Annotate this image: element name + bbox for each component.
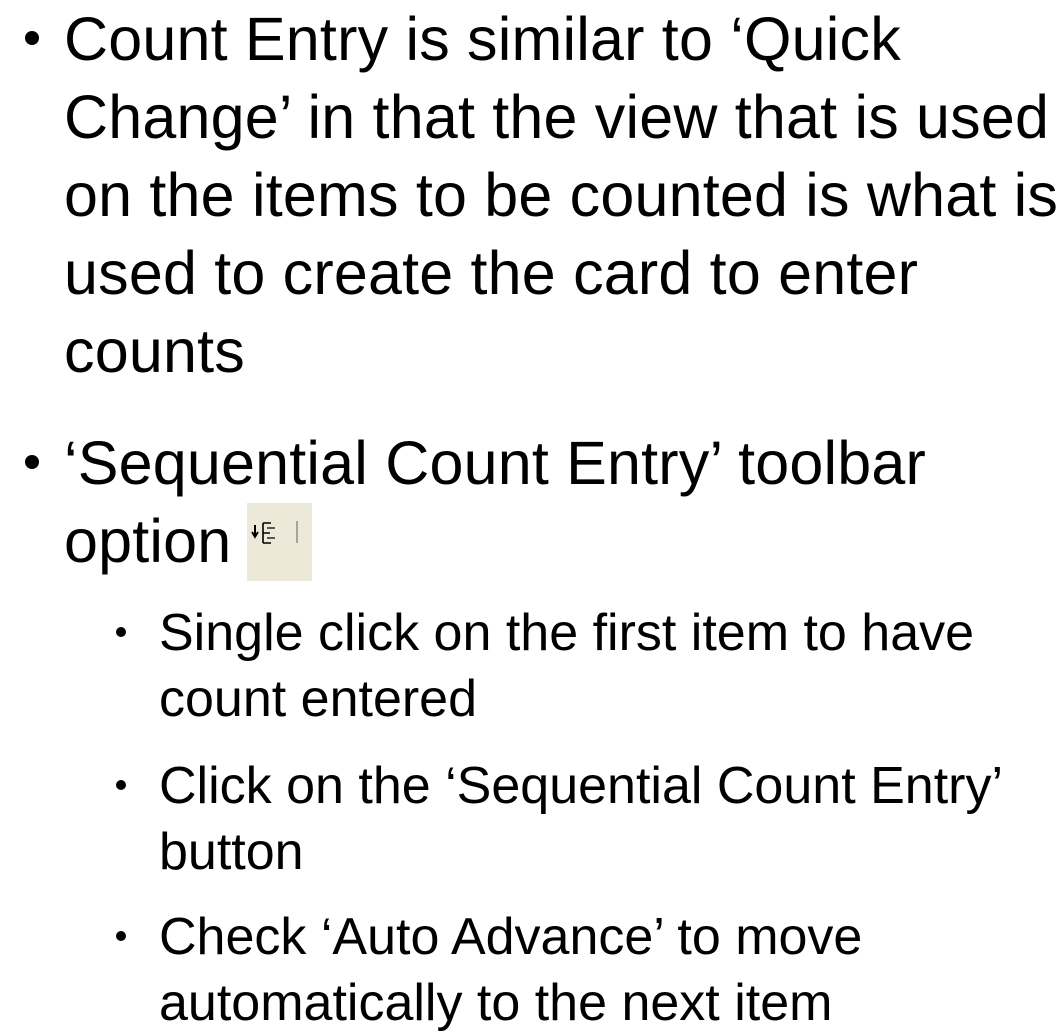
slide: Count Entry is similar to ‘Quick Change’… [0, 0, 1061, 1034]
sub-bullet-single-click: Single click on the first item to have c… [0, 600, 1029, 732]
bullet-dot [116, 931, 126, 941]
bullet-dot [25, 455, 39, 469]
sub-bullet-text: Check ‘Auto Advance’ to move automatical… [159, 908, 863, 1032]
bullet-text: ‘Sequential Count Entry’ toolbar option [64, 424, 1061, 585]
bullet-dot [116, 780, 126, 790]
sub-bullet-text: Click on the ‘Sequential Count Entry’ bu… [159, 757, 1002, 881]
sub-bullet-click-button: Click on the ‘Sequential Count Entry’ bu… [0, 753, 1029, 885]
sub-bullet-auto-advance: Check ‘Auto Advance’ to move automatical… [0, 904, 1029, 1036]
bullet-count-entry: Count Entry is similar to ‘Quick Change’… [0, 0, 1061, 390]
bullet-sequential-count-entry: ‘Sequential Count Entry’ toolbar option [0, 424, 1061, 585]
sequential-count-entry-icon [247, 502, 313, 581]
bullet-dot [116, 627, 126, 637]
sequential-count-entry-glyph [251, 520, 299, 544]
bullet-dot [25, 31, 39, 45]
sub-bullet-text: Single click on the first item to have c… [159, 604, 975, 728]
bullet-text-content: ‘Sequential Count Entry’ toolbar option [64, 429, 927, 575]
bullet-text: Count Entry is similar to ‘Quick Change’… [64, 5, 1059, 385]
